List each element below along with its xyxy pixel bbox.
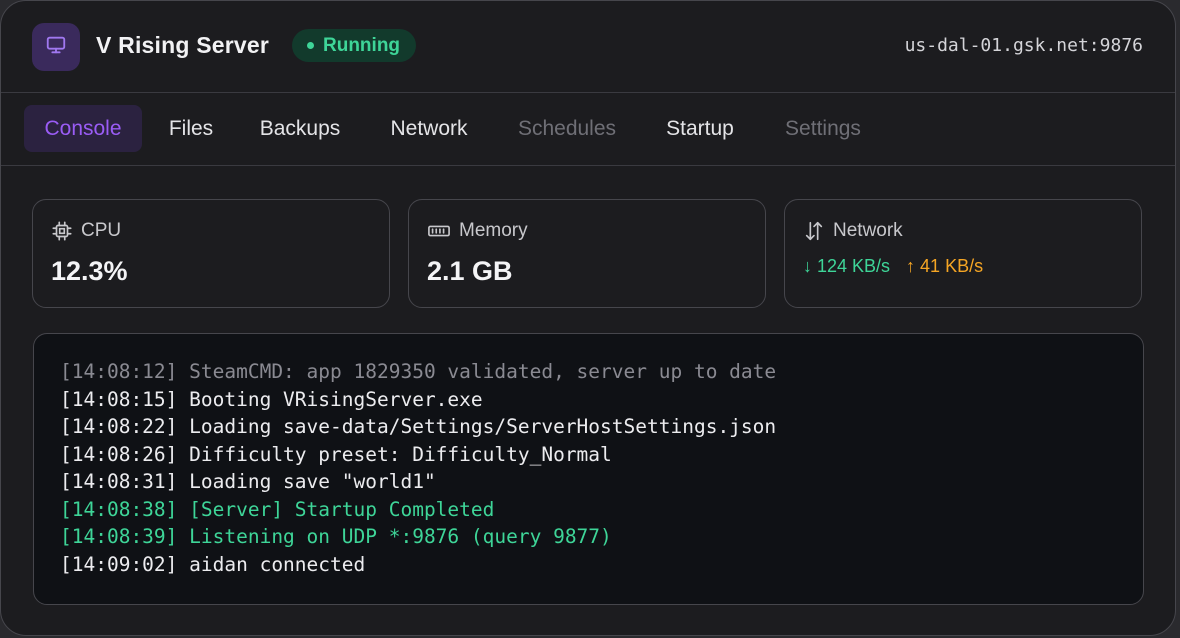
tab-settings[interactable]: Settings bbox=[767, 105, 879, 152]
network-label-row: Network bbox=[803, 220, 903, 242]
memory-label: Memory bbox=[459, 220, 528, 241]
memory-card: Memory 2.1 GB bbox=[408, 199, 766, 308]
network-card: Network ↓ 124 KB/s ↑ 41 KB/s bbox=[784, 199, 1142, 308]
server-title: V Rising Server bbox=[96, 32, 270, 58]
cpu-value: 12.3% bbox=[51, 256, 128, 286]
server-header: V Rising Server Running us-dal-01.gsk.ne… bbox=[1, 1, 1175, 93]
tab-bar: Console Files Backups Network Schedules … bbox=[1, 93, 1175, 166]
cpu-label: CPU bbox=[81, 220, 122, 241]
console-line: [14:08:22] Loading save-data/Settings/Se… bbox=[60, 415, 777, 438]
transfer-arrows-icon bbox=[803, 220, 825, 242]
tab-network[interactable]: Network bbox=[371, 105, 487, 152]
console-line: [14:08:31] Loading save "world1" bbox=[60, 470, 436, 493]
tab-backups[interactable]: Backups bbox=[241, 105, 359, 152]
network-values: ↓ 124 KB/s ↑ 41 KB/s bbox=[803, 256, 983, 277]
console-line: [14:08:39] Listening on UDP *:9876 (quer… bbox=[60, 525, 612, 548]
tab-files[interactable]: Files bbox=[149, 105, 233, 152]
monitor-icon bbox=[45, 34, 67, 61]
console-line: [14:08:15] Booting VRisingServer.exe bbox=[60, 387, 483, 411]
console-line: [14:08:38] [Server] Startup Completed bbox=[60, 497, 495, 521]
network-upload-rate: ↑ 41 KB/s bbox=[906, 256, 984, 276]
console-line: [14:09:02] aidan connected bbox=[60, 552, 366, 576]
server-panel: V Rising Server Running us-dal-01.gsk.ne… bbox=[0, 0, 1176, 636]
status-badge: Running bbox=[292, 29, 417, 62]
cpu-chip-icon bbox=[51, 220, 73, 242]
memory-label-row: Memory bbox=[427, 220, 528, 242]
memory-value: 2.1 GB bbox=[427, 256, 513, 286]
status-label: Running bbox=[323, 34, 401, 56]
server-icon-box bbox=[32, 23, 80, 71]
cpu-card: CPU 12.3% bbox=[32, 199, 390, 308]
server-address: us-dal-01.gsk.net:9876 bbox=[904, 35, 1143, 56]
network-download-rate: ↓ 124 KB/s bbox=[803, 256, 891, 276]
cpu-label-row: CPU bbox=[51, 220, 121, 242]
memory-icon bbox=[427, 220, 451, 242]
network-label: Network bbox=[833, 220, 903, 241]
console-line: [14:08:26] Difficulty preset: Difficulty… bbox=[60, 442, 612, 466]
tab-console[interactable]: Console bbox=[24, 105, 142, 152]
tab-schedules[interactable]: Schedules bbox=[499, 105, 635, 152]
console-line: [14:08:12] SteamCMD: app 1829350 validat… bbox=[60, 360, 777, 383]
tab-startup[interactable]: Startup bbox=[649, 105, 751, 152]
status-dot-icon bbox=[307, 42, 314, 49]
console-output[interactable]: [14:08:12] SteamCMD: app 1829350 validat… bbox=[33, 333, 1144, 605]
